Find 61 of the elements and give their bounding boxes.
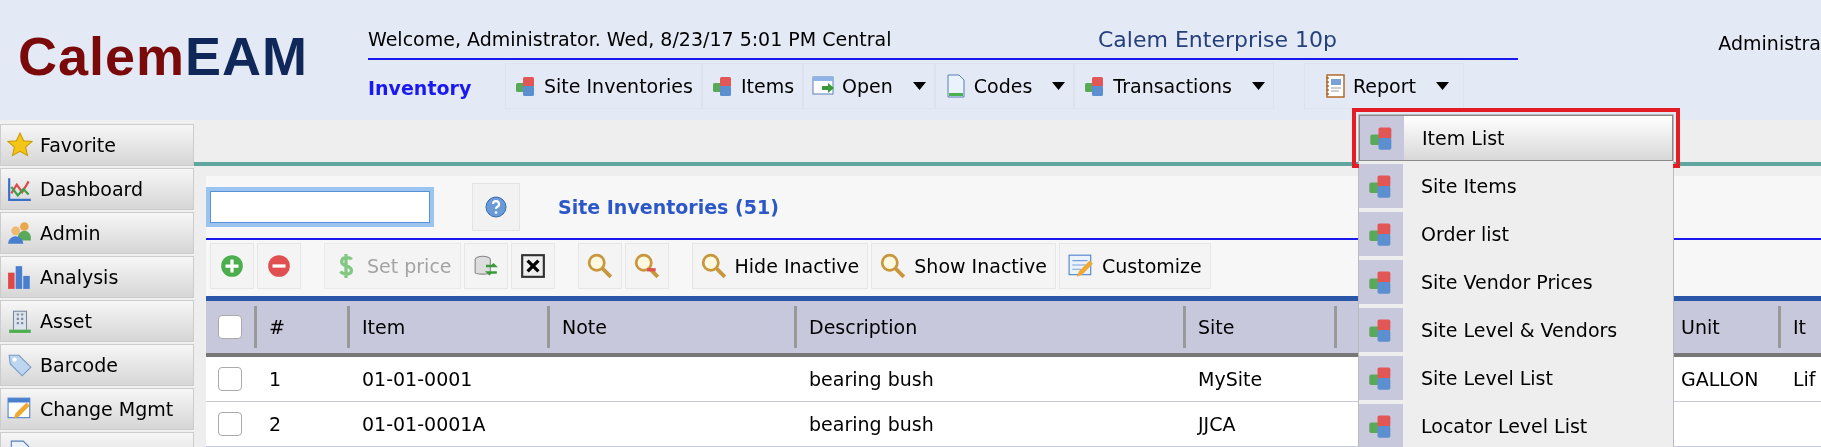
product-name: Calem Enterprise 10p — [1098, 26, 1338, 52]
row-checkbox[interactable] — [218, 367, 242, 391]
people-icon — [7, 220, 33, 246]
remove-icon — [266, 253, 292, 279]
search-icon — [700, 253, 727, 279]
user-name: Administra — [1718, 32, 1821, 54]
nav-button[interactable]: Site Inventories — [505, 63, 702, 109]
column-header[interactable]: # — [269, 316, 285, 338]
table-cell: 01-01-0001 — [362, 368, 473, 390]
sidebar-item[interactable]: Analysis — [0, 256, 194, 298]
column-header[interactable]: Unit — [1681, 316, 1720, 338]
toolbar-button[interactable]: Hide Inactive — [691, 243, 869, 289]
icon-button[interactable] — [510, 243, 555, 289]
column-header[interactable]: It — [1793, 316, 1807, 338]
welcome-text: Welcome, Administrator. Wed, 8/23/17 5:01 PM Central — [368, 28, 893, 50]
column-header[interactable]: Description — [809, 316, 918, 338]
nav-button[interactable]: Open — [803, 63, 935, 109]
table-cell: GALLON — [1681, 368, 1759, 390]
table-cell: MySite — [1198, 368, 1263, 390]
module-title: Inventory — [368, 77, 473, 99]
sidebar-item[interactable]: Barcode — [0, 344, 194, 386]
table-cell: 01-01-0001A — [362, 413, 486, 435]
list-title: Site Inventories (51) — [558, 196, 779, 218]
column-header[interactable]: Site — [1198, 316, 1235, 338]
add-icon — [219, 253, 245, 279]
help-icon — [484, 195, 508, 219]
column-header[interactable]: Note — [562, 316, 607, 338]
table-cell: bearing bush — [809, 413, 934, 435]
tag-icon — [7, 352, 33, 378]
star-icon — [7, 132, 33, 158]
sidebar-item[interactable]: Change Mgmt — [0, 388, 194, 430]
table-cell: 2 — [269, 413, 282, 435]
sidebar-item[interactable]: Favorite — [0, 124, 194, 166]
line-chart-icon — [7, 176, 33, 202]
search-icon — [586, 253, 613, 279]
search-minus-icon — [633, 253, 660, 279]
sidebar-item[interactable]: Asset — [0, 300, 194, 342]
search-icon — [880, 253, 907, 279]
close-icon — [519, 253, 546, 279]
help-button[interactable] — [472, 183, 520, 231]
nav-button[interactable]: Items — [701, 63, 804, 109]
column-header[interactable]: Item — [362, 316, 406, 338]
table-cell: 1 — [269, 368, 282, 390]
nav-button[interactable]: Transactions — [1074, 63, 1274, 109]
row-checkbox[interactable] — [218, 412, 242, 436]
search-field[interactable] — [210, 191, 430, 223]
table-cell: Lif — [1793, 368, 1816, 390]
table-cell: bearing bush — [809, 368, 934, 390]
bar-chart-icon — [7, 264, 33, 290]
select-all-checkbox[interactable] — [218, 315, 242, 339]
toolbar-button[interactable]: Show Inactive — [871, 243, 1056, 289]
sidebar-item[interactable]: Admin — [0, 212, 194, 254]
menu-item[interactable]: Site Items — [1359, 163, 1673, 209]
logo: CalemEAM — [17, 25, 310, 88]
building-icon — [7, 308, 33, 334]
toolbar-button[interactable]: Customize — [1059, 243, 1211, 289]
form-pencil-icon — [1068, 253, 1094, 279]
sidebar-item[interactable]: Dashboard — [0, 168, 194, 210]
nav-button[interactable]: Codes — [934, 63, 1075, 109]
nav-button[interactable]: Report — [1303, 63, 1464, 109]
table-cell: JJCA — [1198, 413, 1236, 435]
